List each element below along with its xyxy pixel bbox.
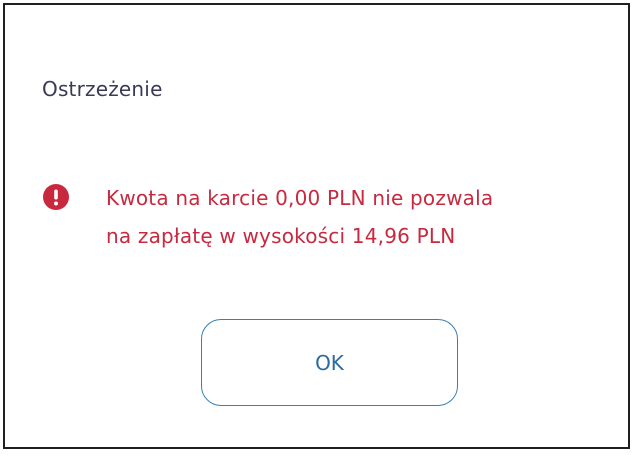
dialog-title: Ostrzeżenie [42,77,163,101]
ok-button[interactable]: OK [201,319,458,406]
warning-dialog: Ostrzeżenie Kwota na karcie 0,00 PLN nie… [3,3,630,449]
warning-message-row: Kwota na karcie 0,00 PLN nie pozwala na … [42,179,602,255]
warning-message: Kwota na karcie 0,00 PLN nie pozwala na … [106,179,493,255]
warning-message-line-1: Kwota na karcie 0,00 PLN nie pozwala [106,186,494,210]
warning-message-line-2: na zapłatę w wysokości 14,96 PLN [106,224,456,248]
exclamation-circle-icon [43,184,69,210]
